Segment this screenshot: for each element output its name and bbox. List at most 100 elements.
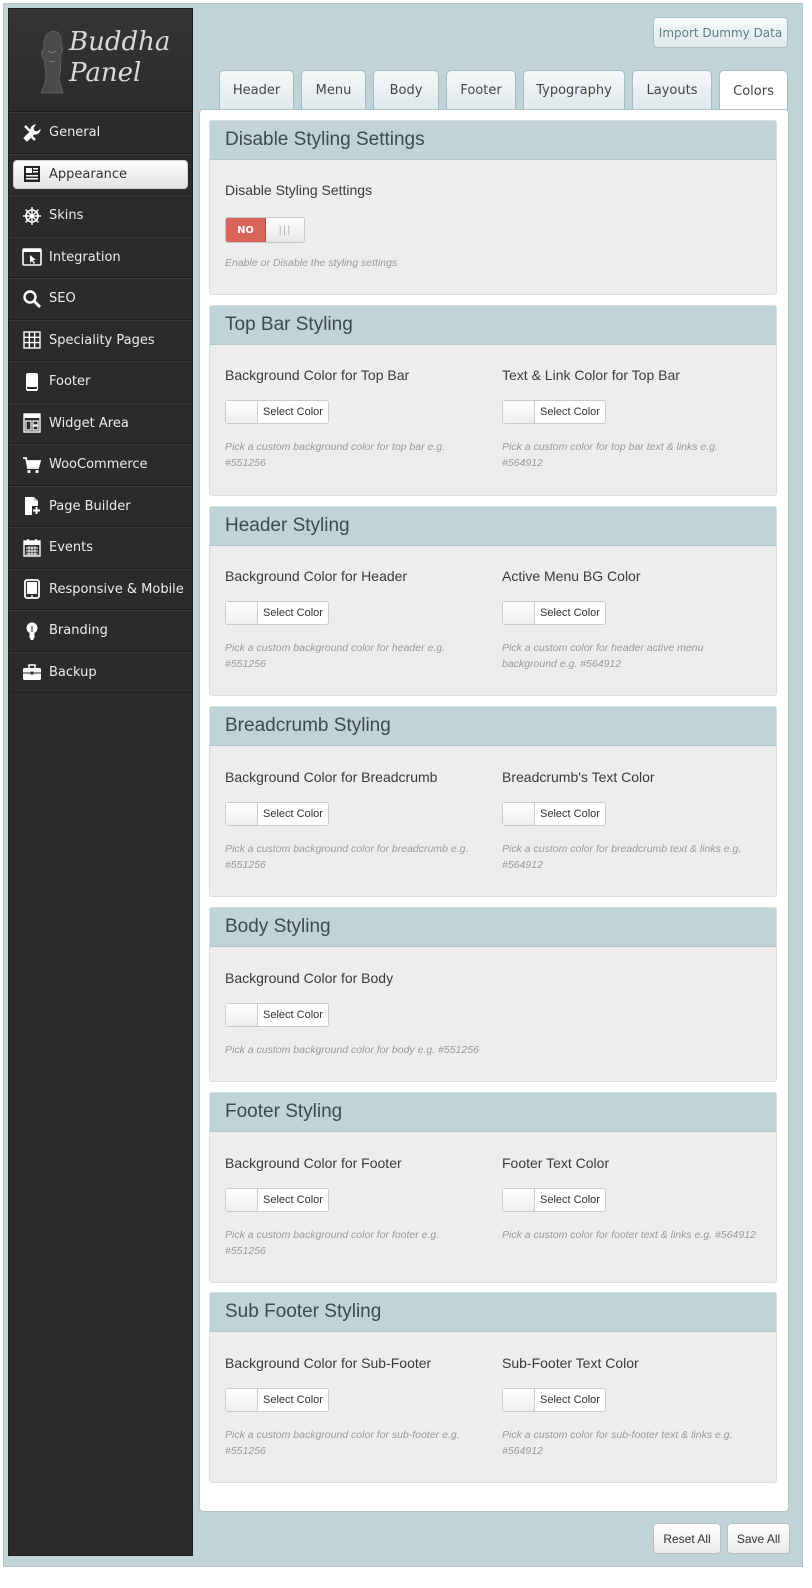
sidebar-item-label: Widget Area (49, 415, 129, 431)
sidebar-item-widget-area[interactable]: Widget Area (9, 402, 192, 444)
logo: Buddha Panel (9, 9, 192, 112)
field-label: Background Color for Body (225, 970, 394, 986)
section-sub-footer-styling: Sub Footer Styling Background Color for … (209, 1292, 777, 1483)
buddha-logo-icon (40, 30, 64, 94)
tab-menu[interactable]: Menu (301, 70, 366, 110)
select-color-label: Select Color (540, 1194, 600, 1206)
body-bg-color-picker[interactable]: Select Color (225, 1003, 329, 1027)
calendar-icon (21, 537, 43, 559)
color-swatch (503, 401, 535, 423)
desc-line: Pick a custom background color for foote… (225, 1229, 440, 1241)
color-swatch (226, 401, 258, 423)
header-bg-color-picker[interactable]: Select Color (225, 601, 329, 625)
breadcrumb-bg-color-picker[interactable]: Select Color (225, 802, 329, 826)
tab-colors[interactable]: Colors (719, 70, 788, 112)
sidebar-item-label: Events (49, 540, 94, 556)
sidebar-item-integration[interactable]: Integration (9, 236, 192, 278)
tab-typography[interactable]: Typography (523, 70, 625, 110)
desc-line: Pick a custom background color for heade… (225, 642, 446, 654)
sidebar-item-label: SEO (49, 291, 76, 307)
color-swatch (226, 1189, 258, 1211)
field-label: Background Color for Header (225, 568, 408, 584)
field-label: Background Color for Footer (225, 1155, 402, 1171)
desc-line: Pick a custom color for header active me… (502, 642, 704, 654)
field-description: Pick a custom color for sub-footer text … (502, 1427, 733, 1459)
sidebar-item-page-builder[interactable]: Page Builder (9, 485, 192, 527)
section-title: Sub Footer Styling (210, 1293, 776, 1332)
tab-body[interactable]: Body (373, 70, 439, 110)
field-label: Sub-Footer Text Color (502, 1355, 639, 1371)
sidebar: Buddha Panel General Appearance Skins In… (8, 8, 193, 1556)
disable-styling-toggle[interactable]: NO ||| (225, 217, 305, 243)
select-color-label: Select Color (540, 607, 600, 619)
sidebar-item-backup[interactable]: Backup (9, 651, 192, 693)
sidebar-item-branding[interactable]: Branding (9, 610, 192, 652)
field-description: Pick a custom background color for bread… (225, 841, 468, 873)
select-color-label: Select Color (540, 808, 600, 820)
color-swatch (503, 1389, 535, 1411)
brand-line2: Panel (69, 58, 142, 88)
section-title: Header Styling (210, 507, 776, 546)
section-title: Body Styling (210, 908, 776, 947)
bulb-icon (21, 620, 43, 642)
topbar-bg-color-picker[interactable]: Select Color (225, 400, 329, 424)
sidebar-item-general[interactable]: General (9, 112, 192, 154)
field-description: Pick a custom background color for body … (225, 1044, 479, 1056)
section-title: Top Bar Styling (210, 306, 776, 345)
sidebar-item-seo[interactable]: SEO (9, 278, 192, 320)
toggle-off-label: NO (226, 218, 266, 242)
subfooter-text-color-picker[interactable]: Select Color (502, 1388, 606, 1412)
widget-icon (21, 412, 43, 434)
footer-bg-color-picker[interactable]: Select Color (225, 1188, 329, 1212)
field-label: Footer Text Color (502, 1155, 610, 1171)
sidebar-item-responsive-mobile[interactable]: Responsive & Mobile (9, 568, 192, 610)
sidebar-item-woocommerce[interactable]: WooCommerce (9, 444, 192, 486)
breadcrumb-text-color-picker[interactable]: Select Color (502, 802, 606, 826)
brand-name: Buddha Panel (69, 27, 170, 89)
topbar-text-color-picker[interactable]: Select Color (502, 400, 606, 424)
sidebar-item-label: Branding (49, 623, 108, 639)
save-all-button[interactable]: Save All (727, 1523, 790, 1554)
desc-line: #564912 (502, 457, 543, 469)
footer-text-color-picker[interactable]: Select Color (502, 1188, 606, 1212)
sidebar-item-label: Integration (49, 249, 121, 265)
section-footer-styling: Footer Styling Background Color for Foot… (209, 1092, 777, 1283)
field-description: Pick a custom background color for foote… (225, 1227, 439, 1259)
color-swatch (226, 1004, 258, 1026)
tab-header[interactable]: Header (219, 70, 294, 110)
sidebar-item-label: Responsive & Mobile (49, 581, 184, 597)
field-description: Pick a custom color for header active me… (502, 640, 703, 672)
magnifier-icon (21, 288, 43, 310)
color-swatch (503, 1189, 535, 1211)
desc-line: #564912 (502, 859, 543, 871)
sidebar-item-label: Page Builder (49, 498, 131, 514)
import-dummy-data-button[interactable]: Import Dummy Data (653, 17, 788, 48)
subfooter-bg-color-picker[interactable]: Select Color (225, 1388, 329, 1412)
mobile-icon (21, 578, 43, 600)
ship-wheel-icon (21, 205, 43, 227)
field-label: Active Menu BG Color (502, 568, 641, 584)
sidebar-item-appearance[interactable]: Appearance (9, 153, 192, 195)
select-color-label: Select Color (263, 1009, 323, 1021)
select-color-label: Select Color (263, 607, 323, 619)
sidebar-item-speciality-pages[interactable]: Speciality Pages (9, 319, 192, 361)
desc-line: Pick a custom color for breadcrumb text … (502, 843, 742, 855)
desc-line: Pick a custom background color for top b… (225, 441, 446, 453)
desc-line: #551256 (225, 1245, 266, 1257)
select-color-label: Select Color (540, 1394, 600, 1406)
select-color-label: Select Color (540, 406, 600, 418)
sidebar-item-events[interactable]: Events (9, 527, 192, 569)
sidebar-item-skins[interactable]: Skins (9, 195, 192, 237)
field-label: Disable Styling Settings (225, 182, 373, 198)
field-description: Pick a custom color for breadcrumb text … (502, 841, 741, 873)
color-swatch (226, 1389, 258, 1411)
tab-footer[interactable]: Footer (446, 70, 516, 110)
cart-icon (21, 454, 43, 476)
field-description: Pick a custom background color for sub-f… (225, 1427, 460, 1459)
reset-all-button[interactable]: Reset All (653, 1523, 721, 1554)
field-description: Enable or Disable the styling settings (225, 257, 398, 269)
active-menu-bg-color-picker[interactable]: Select Color (502, 601, 606, 625)
section-body-styling: Body Styling Background Color for Body S… (209, 907, 777, 1082)
tab-layouts[interactable]: Layouts (632, 70, 712, 110)
sidebar-item-footer[interactable]: Footer (9, 361, 192, 403)
